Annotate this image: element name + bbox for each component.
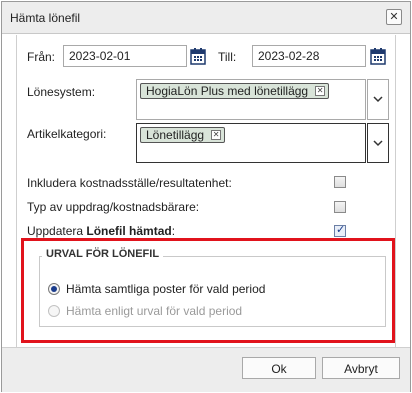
radio-fetch-filtered[interactable] bbox=[48, 305, 60, 317]
radio-fetch-filtered-label: Hämta enligt urval för vald period bbox=[66, 304, 243, 318]
to-date-input[interactable]: 2023-02-28 bbox=[252, 45, 366, 67]
update-label-prefix: Uppdatera bbox=[27, 224, 87, 238]
cancel-button[interactable]: Avbryt bbox=[322, 357, 400, 379]
update-label-suffix: : bbox=[171, 224, 176, 238]
from-date-input[interactable]: 2023-02-01 bbox=[63, 45, 187, 67]
lonesystem-select[interactable]: HogiaLön Plus med lönetillägg ✕ bbox=[136, 79, 366, 120]
type-label: Typ av uppdrag/kostnadsbärare: bbox=[27, 200, 200, 214]
dialog-titlebar: Hämta lönefil ✕ bbox=[2, 2, 410, 34]
lonesystem-chip-label: HogiaLön Plus med lönetillägg bbox=[146, 84, 309, 98]
close-icon[interactable]: ✕ bbox=[386, 9, 402, 25]
chevron-down-icon bbox=[373, 139, 383, 146]
chip-remove-icon[interactable]: ✕ bbox=[315, 86, 326, 96]
artikel-label: Artikelkategori: bbox=[27, 127, 107, 141]
update-checkbox[interactable]: ✓ bbox=[334, 224, 346, 237]
to-label: Till: bbox=[218, 50, 237, 64]
dialog-title: Hämta lönefil bbox=[10, 11, 81, 25]
update-label-bold: Lönefil hämtad bbox=[86, 224, 172, 238]
lonesystem-chip: HogiaLön Plus med lönetillägg ✕ bbox=[140, 83, 330, 99]
from-calendar-icon[interactable] bbox=[190, 47, 206, 65]
artikel-chip: Lönetillägg ✕ bbox=[140, 127, 226, 143]
chip-remove-icon[interactable]: ✕ bbox=[211, 130, 222, 140]
chevron-down-icon bbox=[373, 96, 383, 103]
update-label: Uppdatera Lönefil hämtad: bbox=[27, 224, 175, 238]
radio-fetch-all[interactable] bbox=[48, 283, 60, 295]
artikel-select[interactable]: Lönetillägg ✕ bbox=[136, 123, 366, 163]
include-cost-checkbox[interactable] bbox=[334, 176, 346, 188]
ok-button[interactable]: Ok bbox=[242, 357, 316, 379]
type-checkbox[interactable] bbox=[334, 201, 346, 213]
checkmark-icon: ✓ bbox=[336, 224, 346, 236]
lonesystem-label: Lönesystem: bbox=[27, 85, 96, 99]
dialog-footer: Ok Avbryt bbox=[2, 348, 410, 392]
artikel-chip-label: Lönetillägg bbox=[146, 128, 205, 142]
lonesystem-dropdown-button[interactable] bbox=[367, 79, 389, 120]
from-label: Från: bbox=[27, 50, 56, 64]
to-calendar-icon[interactable] bbox=[370, 47, 386, 65]
include-cost-label: Inkludera kostnadsställe/resultatenhet: bbox=[27, 176, 232, 190]
from-date-value: 2023-02-01 bbox=[69, 49, 131, 63]
dialog-window: Hämta lönefil ✕ Från: 2023-02-01 Till: 2… bbox=[1, 1, 411, 392]
to-date-value: 2023-02-28 bbox=[258, 49, 320, 63]
radio-fetch-all-label: Hämta samtliga poster för vald period bbox=[66, 282, 266, 296]
selection-group-title: URVAL FÖR LÖNEFIL bbox=[42, 248, 164, 260]
artikel-dropdown-button[interactable] bbox=[367, 123, 389, 163]
